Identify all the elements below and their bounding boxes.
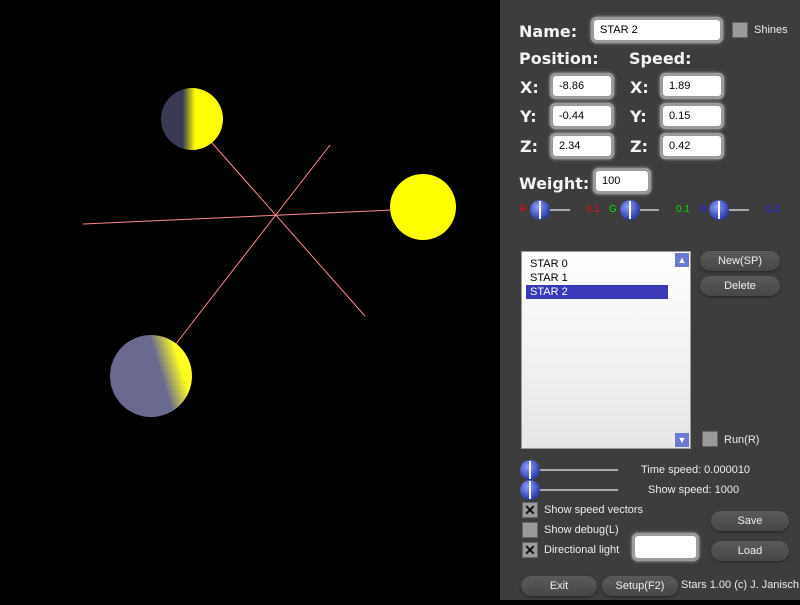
shines-checkbox[interactable] <box>732 22 748 38</box>
new-button[interactable]: New(SP) <box>700 251 780 271</box>
speed-label: Speed: <box>629 49 692 68</box>
speed-vector <box>174 144 331 346</box>
save-button[interactable]: Save <box>711 511 789 531</box>
directional-light-label: Directional light <box>544 544 620 556</box>
pos-x-label: X: <box>520 78 539 97</box>
position-x-input[interactable]: -8.86 <box>550 73 614 99</box>
blue-label: B <box>700 204 707 215</box>
speed-vectors-label: Show speed vectors <box>544 504 644 516</box>
weight-input[interactable]: 100 <box>593 168 651 194</box>
position-z-input[interactable]: 2.34 <box>550 133 614 159</box>
3d-viewport[interactable] <box>0 0 500 600</box>
speed-z-label: Z: <box>630 137 648 156</box>
position-label: Position: <box>519 49 599 68</box>
star-list[interactable]: STAR 0 STAR 1 STAR 2 ▲ ▼ <box>521 251 691 449</box>
speed-y-input[interactable]: 0.15 <box>660 103 724 129</box>
delete-button[interactable]: Delete <box>700 276 780 296</box>
green-value: 0.1 <box>676 204 690 215</box>
position-y-input[interactable]: -0.44 <box>550 103 614 129</box>
list-item-selected[interactable]: STAR 2 <box>526 285 668 299</box>
name-input[interactable]: STAR 2 <box>591 17 723 43</box>
speed-vector <box>204 134 366 317</box>
show-speed-label: Show speed: 1000 <box>648 484 740 496</box>
exit-button[interactable]: Exit <box>521 576 597 596</box>
red-value: 0.1 <box>586 204 600 215</box>
scroll-down-icon[interactable]: ▼ <box>675 433 689 447</box>
light-color-box[interactable] <box>632 533 699 561</box>
weight-label: Weight: <box>519 174 590 193</box>
red-slider-handle[interactable] <box>530 200 550 220</box>
time-speed-label: Time speed: 0.000010 <box>641 464 751 476</box>
footer-credits: Stars 1.00 (c) J. Janisch <box>681 579 799 591</box>
load-button[interactable]: Load <box>711 541 789 561</box>
speed-vector <box>82 209 393 225</box>
shines-label: Shines <box>754 24 788 36</box>
list-item[interactable]: STAR 1 <box>522 271 668 285</box>
scroll-up-icon[interactable]: ▲ <box>675 253 689 267</box>
directional-light-checkbox[interactable]: ✕ <box>522 542 538 558</box>
list-item[interactable]: STAR 0 <box>522 257 668 271</box>
name-label: Name: <box>519 22 578 41</box>
debug-label: Show debug(L) <box>544 524 619 536</box>
pos-z-label: Z: <box>520 137 538 156</box>
pos-y-label: Y: <box>520 107 537 126</box>
red-label: R <box>520 204 528 215</box>
green-slider-handle[interactable] <box>620 200 640 220</box>
show-speed-slider-handle[interactable] <box>520 480 540 500</box>
blue-slider-handle[interactable] <box>709 200 729 220</box>
time-speed-slider-handle[interactable] <box>520 460 540 480</box>
speed-vectors-checkbox[interactable]: ✕ <box>522 502 538 518</box>
star-1[interactable] <box>390 174 456 240</box>
green-label: G <box>609 204 617 215</box>
blue-value: 0.2 <box>766 204 780 215</box>
scene <box>82 88 456 417</box>
speed-y-label: Y: <box>630 107 647 126</box>
star-0[interactable] <box>161 88 223 150</box>
run-label: Run(R) <box>724 434 760 446</box>
run-checkbox[interactable] <box>702 431 718 447</box>
speed-x-label: X: <box>630 78 649 97</box>
debug-checkbox[interactable] <box>522 522 538 538</box>
star-2[interactable] <box>110 335 192 417</box>
setup-button[interactable]: Setup(F2) <box>602 576 678 596</box>
speed-z-input[interactable]: 0.42 <box>660 133 724 159</box>
speed-x-input[interactable]: 1.89 <box>660 73 724 99</box>
